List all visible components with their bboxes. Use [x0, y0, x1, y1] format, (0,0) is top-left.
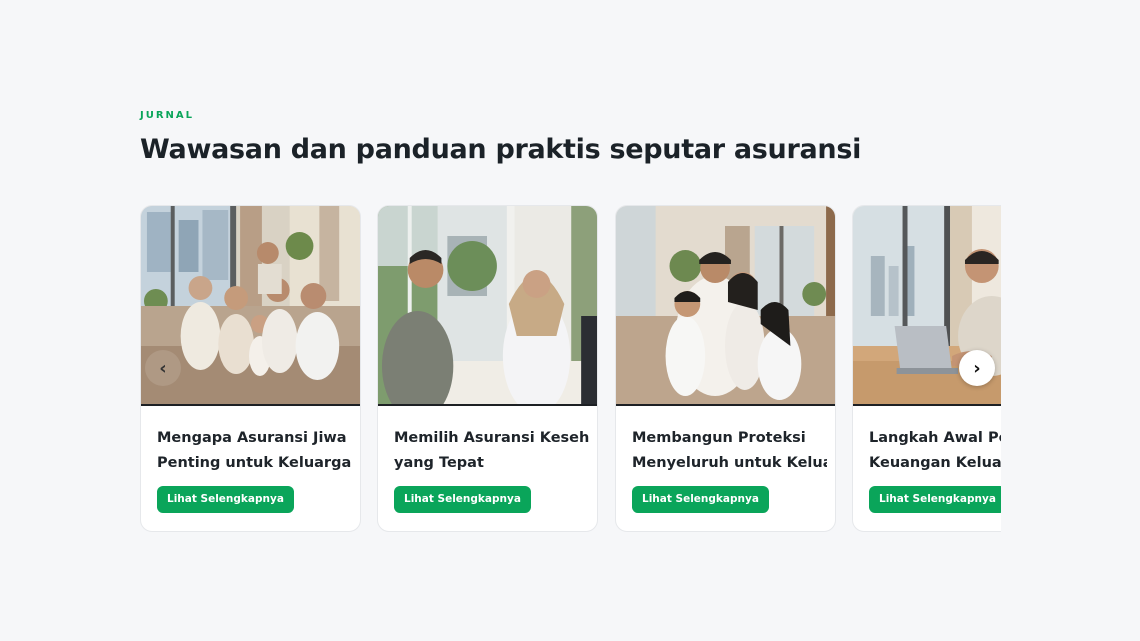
article-title-line: Membangun Proteksi: [632, 430, 806, 446]
article-carousel: Mengapa Asuransi Jiwa Penting untuk Kelu…: [140, 205, 1001, 535]
read-more-button[interactable]: Lihat Selengkapnya: [157, 486, 294, 513]
article-card[interactable]: Membangun Proteksi Menyeluruh untuk Kelu…: [615, 205, 836, 532]
read-more-button[interactable]: Lihat Selengkapnya: [394, 486, 531, 513]
article-title-line: Mengapa Asuransi Jiwa: [157, 430, 347, 446]
article-title[interactable]: Mengapa Asuransi Jiwa Penting untuk Kelu…: [157, 426, 352, 476]
chevron-right-icon: ›: [973, 357, 981, 379]
chevron-left-icon: ‹: [159, 357, 167, 379]
article-card[interactable]: Memilih Asuransi Kesehatan yang Tepat Li…: [377, 205, 598, 532]
article-title-line: yang Tepat: [394, 455, 484, 471]
article-image[interactable]: [378, 206, 597, 406]
read-more-button[interactable]: Lihat Selengkapnya: [632, 486, 769, 513]
carousel-prev-button[interactable]: ‹: [145, 350, 181, 386]
carousel-next-button[interactable]: ›: [959, 350, 995, 386]
article-title[interactable]: Memilih Asuransi Kesehatan yang Tepat: [394, 426, 589, 476]
carousel-track: Mengapa Asuransi Jiwa Penting untuk Kelu…: [140, 205, 1001, 535]
journal-section: JURNAL Wawasan dan panduan praktis seput…: [140, 0, 1001, 641]
article-image[interactable]: [616, 206, 835, 406]
article-title-line: Penting untuk Keluarga: [157, 455, 352, 471]
article-title-line: Keuangan Keluarga: [869, 455, 1001, 471]
section-eyebrow: JURNAL: [140, 110, 195, 121]
article-title-line: Memilih Asuransi Kesehatan: [394, 430, 589, 446]
section-heading: Wawasan dan panduan praktis seputar asur…: [140, 134, 862, 165]
article-title[interactable]: Membangun Proteksi Menyeluruh untuk Kelu…: [632, 426, 827, 476]
article-title-line: Menyeluruh untuk Keluarga: [632, 455, 827, 471]
article-title-line: Langkah Awal Perencanaan: [869, 430, 1001, 446]
read-more-button[interactable]: Lihat Selengkapnya: [869, 486, 1001, 513]
article-title[interactable]: Langkah Awal Perencanaan Keuangan Keluar…: [869, 426, 1001, 476]
